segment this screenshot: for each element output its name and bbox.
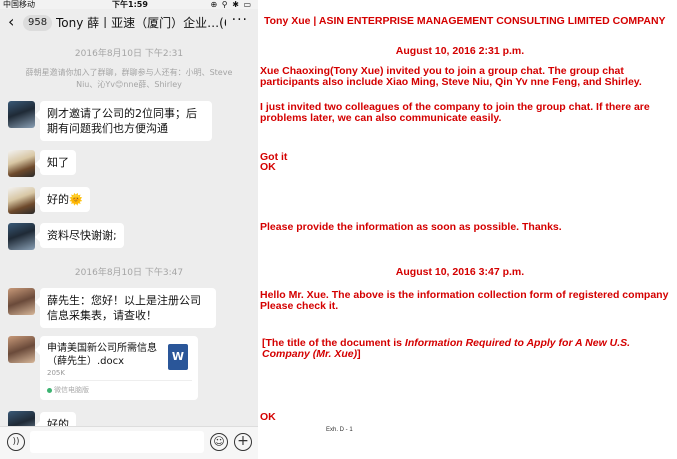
timestamp: 2016年8月10日 下午3:47: [74, 268, 184, 278]
status-icons: ⊕ ⚲ ✱ ▭: [210, 0, 252, 9]
doc-note-suffix: ]: [357, 348, 361, 360]
file-attachment-card[interactable]: 申请美国新公司所需信息（薛先生）.docx W 205K 微信电脑版: [35, 336, 198, 400]
status-bar: 中国移动 下午1:59 ⊕ ⚲ ✱ ▭: [0, 0, 258, 9]
chat-title: Tony 薛丨亚速（厦门）企业…(6): [56, 16, 226, 30]
back-chevron-icon[interactable]: ‹: [8, 13, 14, 31]
clock-label: 下午1:59: [112, 0, 148, 9]
avatar[interactable]: [8, 223, 35, 250]
translation-date: August 10, 2016 2:31 p.m.: [395, 45, 525, 57]
translation-line: OK: [260, 411, 276, 423]
message-bubble[interactable]: 知了: [35, 150, 76, 175]
wechat-pc-icon: [47, 387, 52, 393]
voice-input-icon[interactable]: )): [7, 433, 25, 451]
exhibit-label: Exh. D - 1: [326, 427, 353, 433]
file-size: 205K: [47, 369, 65, 377]
file-source: 微信电脑版: [47, 385, 89, 395]
file-name: 申请美国新公司所需信息（薛先生）.docx: [47, 343, 157, 367]
avatar[interactable]: [8, 288, 35, 315]
more-options-icon[interactable]: ···: [232, 12, 248, 28]
message-bubble[interactable]: 好的🌞: [35, 187, 90, 212]
translation-paragraph: I just invited two colleagues of the com…: [260, 101, 650, 124]
file-source-label: 微信电脑版: [54, 386, 89, 394]
message-bubble[interactable]: 薛先生：您好！以上是注册公司信息采集表，请查收！: [35, 288, 216, 328]
translation-paragraph: Xue Chaoxing(Tony Xue) invited you to jo…: [260, 65, 642, 88]
divider: [46, 380, 192, 381]
emoji-icon[interactable]: ☺: [210, 433, 228, 451]
message-bubble[interactable]: 资料尽快谢谢;: [35, 223, 124, 248]
carrier-label: 中国移动: [3, 0, 35, 9]
avatar[interactable]: [8, 101, 35, 128]
message-input[interactable]: [30, 431, 204, 453]
unread-count-badge[interactable]: 958: [23, 15, 53, 31]
system-message: 薛朝星邀请你加入了群聊，群聊参与人还有：小明、Steve Niu、沁Yv😊nne…: [25, 68, 233, 89]
input-bar: )) ☺ +: [0, 426, 258, 459]
message-bubble[interactable]: 刚才邀请了公司的2位同事；后期有问题我们也方便沟通: [35, 101, 212, 141]
translation-date: August 10, 2016 3:47 p.m.: [395, 266, 525, 278]
word-document-icon: W: [168, 344, 188, 370]
plus-icon[interactable]: +: [234, 433, 252, 451]
translation-line: Please provide the information as soon a…: [260, 221, 562, 233]
translation-paragraph: Hello Mr. Xue. The above is the informat…: [260, 289, 669, 312]
avatar[interactable]: [8, 336, 35, 363]
translation-document-note: [The title of the document is Informatio…: [262, 338, 662, 360]
chat-header: ‹ 958 Tony 薛丨亚速（厦门）企业…(6) ···: [0, 9, 258, 37]
translation-line: OK: [260, 161, 276, 173]
avatar[interactable]: [8, 187, 35, 214]
translation-header: Tony Xue | ASIN ENTERPRISE MANAGEMENT CO…: [264, 15, 666, 27]
avatar[interactable]: [8, 150, 35, 177]
wechat-screenshot: 中国移动 下午1:59 ⊕ ⚲ ✱ ▭ ‹ 958 Tony 薛丨亚速（厦门）企…: [0, 0, 258, 459]
timestamp: 2016年8月10日 下午2:31: [74, 49, 184, 59]
